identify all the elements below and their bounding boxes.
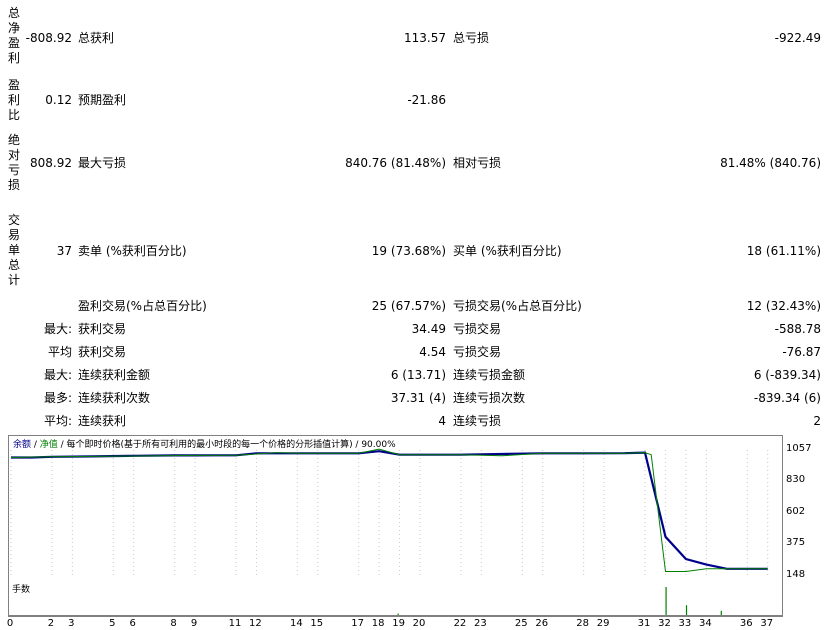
y-tick-label: 830 (786, 474, 806, 486)
x-tick-label: 9 (190, 618, 198, 629)
gross-loss-label: 总亏损 (453, 31, 490, 45)
gross-profit-label: 总获利 (78, 31, 115, 45)
volume-bar (397, 613, 399, 615)
x-tick-label: 2 (47, 618, 55, 629)
detail-label-left: 连续获利金额 (78, 368, 151, 382)
x-tick-label: 18 (371, 618, 385, 629)
total-trades-value: 37 (56, 244, 72, 258)
x-tick-label: 19 (392, 618, 405, 629)
x-tick-label: 3 (68, 618, 75, 629)
detail-row: 最大: 获利交易 34.49 亏损交易 -588.78 (0, 321, 833, 337)
detail-value-right: 6 (-839.34) (753, 368, 821, 382)
detail-label-right: 连续亏损金额 (453, 368, 526, 382)
volume-bar (720, 610, 722, 615)
short-trades-value: 19 (73.68%) (371, 244, 446, 258)
x-tick-label: 20 (412, 618, 426, 629)
detail-value-right: 12 (32.43%) (746, 299, 821, 313)
x-tick-label: 23 (474, 618, 487, 629)
caption-detail: / 每个即时价格(基于所有可利用的最小时段的每一个价格的分形插值计算) / 90… (57, 440, 396, 450)
caption-separator: / (31, 440, 40, 450)
detail-label-left: 获利交易 (78, 345, 127, 359)
y-tick-label: 1057 (786, 442, 812, 454)
x-tick-label: 36 (739, 618, 753, 629)
y-tick-label: 602 (786, 505, 806, 517)
expected-payoff-value: -21.86 (407, 93, 446, 107)
x-tick-label: 12 (249, 618, 262, 629)
long-trades-label: 买单 (%获利百分比) (453, 244, 562, 258)
short-trades-label: 卖单 (%获利百分比) (78, 244, 187, 258)
volume-plot (397, 587, 722, 615)
x-tick-label: 33 (678, 618, 692, 629)
x-tick-label: 25 (514, 618, 528, 629)
detail-row: 平均: 连续获利 4 连续亏损 2 (0, 413, 833, 429)
x-tick-label: 15 (310, 618, 324, 629)
detail-prefix: 最大: (43, 368, 72, 382)
equity-line (10, 448, 768, 572)
x-tick-label: 32 (658, 618, 671, 629)
detail-label-right: 亏损交易 (453, 345, 502, 359)
max-drawdown-label: 最大亏损 (78, 156, 127, 170)
detail-label-left: 连续获利 (78, 414, 127, 428)
x-tick-label: 29 (596, 618, 610, 629)
detail-value-right: -839.34 (6) (753, 391, 821, 405)
rel-drawdown-value: 81.48% (840.76) (720, 156, 821, 170)
x-tick-label: 5 (109, 618, 116, 629)
gross-profit-value: 113.57 (404, 31, 446, 45)
detail-label-right: 亏损交易 (453, 322, 502, 336)
detail-prefix: 平均: (43, 414, 72, 428)
detail-label-left: 获利交易 (78, 322, 127, 336)
equity-caption: 净值 (39, 440, 58, 450)
x-tick-label: 22 (453, 618, 467, 629)
x-tick-label: 6 (129, 618, 136, 629)
detail-label-right: 亏损交易(%占总百分比) (453, 299, 582, 313)
x-tick-label: 11 (228, 618, 242, 629)
x-tick-label: 31 (637, 618, 651, 629)
detail-label-right: 连续亏损 (453, 414, 502, 428)
detail-value-left: 25 (67.57%) (371, 299, 446, 313)
detail-value-right: -588.78 (774, 322, 821, 336)
max-drawdown-value: 840.76 (81.48%) (345, 156, 446, 170)
detail-value-left: 34.49 (411, 322, 446, 336)
volume-bar (665, 587, 667, 615)
profit-factor-value: 0.12 (45, 93, 72, 107)
x-tick-label: 34 (698, 618, 712, 629)
detail-row: 平均 获利交易 4.54 亏损交易 -76.87 (0, 344, 833, 360)
x-tick-label: 28 (576, 618, 590, 629)
x-tick-label: 37 (760, 618, 774, 629)
volume-bar (685, 605, 688, 615)
gross-loss-value: -922.49 (774, 31, 821, 45)
detail-value-left: 6 (13.71) (390, 368, 446, 382)
long-trades-value: 18 (61.11%) (746, 244, 821, 258)
detail-value-left: 4 (438, 414, 446, 428)
detail-prefix: 最多: (43, 391, 72, 405)
rel-drawdown-label: 相对亏损 (453, 156, 502, 170)
detail-value-left: 4.54 (419, 345, 446, 359)
detail-label-left: 盈利交易(%占总百分比) (78, 299, 207, 313)
y-tick-label: 375 (786, 537, 806, 549)
detail-label-left: 连续获利次数 (78, 391, 151, 405)
chart-caption: 余额 / 净值 / 每个即时价格(基于所有可利用的最小时段的每一个价格的分形插值… (13, 439, 396, 451)
volume-caption: 手数 (12, 585, 31, 595)
detail-value-right: 2 (813, 414, 821, 428)
detail-row: 最多: 连续获利次数 37.31 (4) 连续亏损次数 -839.34 (6) (0, 390, 833, 406)
detail-row: 盈利交易(%占总百分比) 25 (67.57%) 亏损交易(%占总百分比) 12… (0, 298, 833, 314)
x-tick-label: 8 (170, 618, 177, 629)
detail-label-right: 连续亏损次数 (453, 391, 526, 405)
x-tick-label: 0 (6, 618, 14, 629)
x-tick-label: 14 (289, 618, 303, 629)
detail-prefix: 平均 (47, 345, 72, 359)
abs-drawdown-value: 808.92 (30, 156, 72, 170)
volume-panel: 手数 (8, 579, 783, 616)
y-tick-label: 148 (786, 569, 806, 580)
balance-caption: 余额 (13, 440, 32, 450)
x-tick-label: 26 (535, 618, 549, 629)
x-tick-label: 17 (351, 618, 365, 629)
detail-row: 最大: 连续获利金额 6 (13.71) 连续亏损金额 6 (-839.34) (0, 367, 833, 383)
detail-value-left: 37.31 (4) (390, 391, 446, 405)
detail-prefix: 最大: (43, 322, 72, 336)
net-profit-value: -808.92 (25, 31, 72, 45)
balance-line (11, 450, 768, 570)
expected-payoff-label: 预期盈利 (78, 93, 127, 107)
detail-value-right: -76.87 (782, 345, 821, 359)
